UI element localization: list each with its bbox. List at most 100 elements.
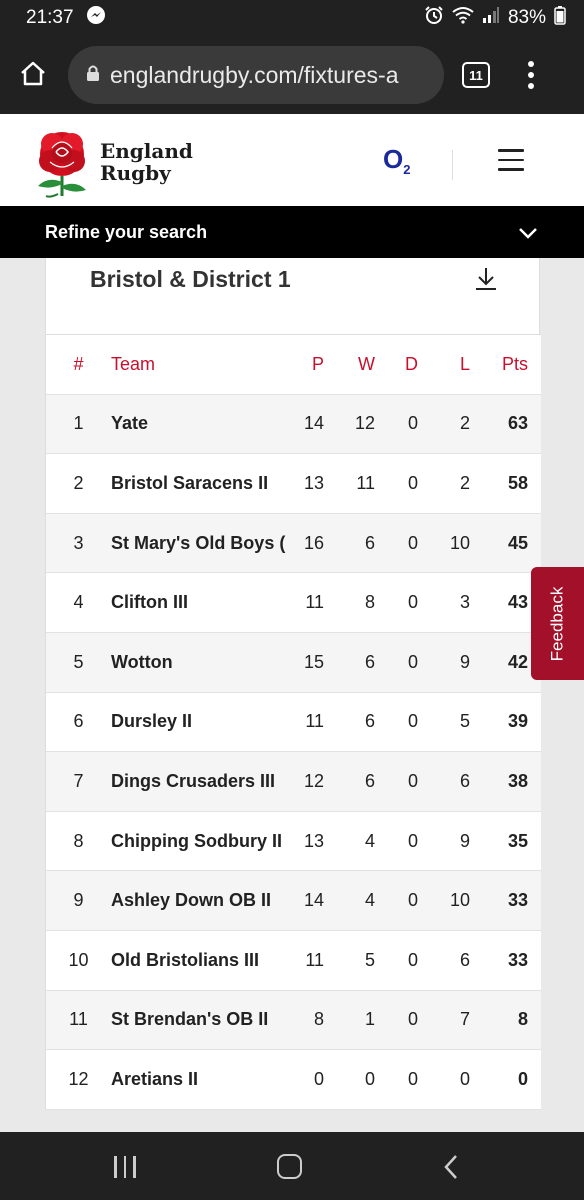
row-points: 35: [507, 830, 528, 851]
refine-label: Refine your search: [45, 221, 208, 242]
row-points: 45: [507, 532, 528, 553]
row-position: 7: [73, 770, 84, 791]
row-won: 8: [364, 592, 375, 613]
url-text: englandrugby.com/fixtures-a: [110, 61, 399, 88]
row-points: 43: [507, 592, 528, 613]
row-points: 63: [507, 413, 528, 434]
feedback-button[interactable]: Feedback: [531, 567, 584, 680]
table-row[interactable]: 6 Dursley II 11 6 0 5 39: [46, 692, 541, 753]
row-drawn: 0: [407, 413, 418, 434]
table-row[interactable]: 9 Ashley Down OB II 14 4 0 10 33: [46, 871, 541, 931]
row-points: 8: [517, 1009, 528, 1030]
battery-icon: [554, 5, 566, 31]
row-team: Clifton III: [111, 592, 188, 613]
back-icon[interactable]: [443, 1154, 459, 1185]
rose-logo-icon[interactable]: [30, 124, 94, 202]
row-played: 8: [313, 1009, 324, 1030]
league-title: Bristol & District 1: [90, 266, 291, 292]
row-won: 12: [354, 413, 375, 434]
table-row[interactable]: 12 Aretians II 0 0 0 0 0: [46, 1050, 541, 1110]
row-team: Old Bristolians III: [111, 949, 260, 970]
row-drawn: 0: [407, 711, 418, 732]
table-row[interactable]: 5 Wotton 15 6 0 9 42: [46, 632, 541, 693]
row-won: 4: [364, 890, 375, 911]
table-row[interactable]: 2 Bristol Saracens II 13 11 0 2 58: [46, 454, 541, 514]
row-drawn: 0: [407, 1009, 418, 1030]
row-lost: 6: [459, 770, 470, 791]
row-team: Ashley Down OB II: [111, 890, 272, 911]
col-pos: #: [73, 353, 84, 374]
home-nav-icon[interactable]: [277, 1154, 302, 1179]
row-played: 0: [313, 1068, 324, 1089]
table-row[interactable]: 3 St Mary's Old Boys (16 6 0 10 45: [46, 513, 541, 574]
row-won: 6: [364, 770, 375, 791]
row-team: Aretians II: [111, 1068, 199, 1089]
row-drawn: 0: [407, 949, 418, 970]
row-lost: 9: [459, 830, 470, 851]
brand-name[interactable]: England Rugby: [100, 140, 193, 184]
row-position: 12: [68, 1068, 89, 1089]
row-played: 14: [303, 890, 324, 911]
refine-search-bar[interactable]: Refine your search: [0, 206, 584, 258]
header-divider: [452, 150, 453, 180]
row-points: 42: [507, 651, 528, 672]
row-position: 4: [73, 592, 84, 613]
table-row[interactable]: 7 Dings Crusaders III 12 6 0 6 38: [46, 752, 541, 812]
table-row[interactable]: 11 St Brendan's OB II 8 1 0 7 8: [46, 990, 541, 1051]
row-lost: 3: [459, 592, 470, 613]
row-points: 0: [517, 1068, 528, 1089]
row-played: 11: [305, 592, 324, 613]
row-won: 5: [364, 949, 375, 970]
row-points: 33: [507, 949, 528, 970]
row-won: 4: [364, 830, 375, 851]
status-time: 21:37: [26, 7, 74, 28]
alarm-icon: [424, 5, 444, 31]
row-played: 13: [303, 472, 324, 493]
recent-apps-icon[interactable]: [114, 1156, 136, 1178]
row-played: 11: [305, 711, 324, 732]
table-row[interactable]: 8 Chipping Sodbury II 13 4 0 9 35: [46, 811, 541, 872]
row-lost: 0: [459, 1068, 470, 1089]
brand-line-2: Rugby: [100, 161, 171, 185]
home-button[interactable]: [10, 52, 56, 98]
address-bar[interactable]: englandrugby.com/fixtures-a: [68, 46, 444, 104]
row-won: 6: [364, 651, 375, 672]
row-team: Chipping Sodbury II: [111, 830, 282, 851]
feedback-label: Feedback: [547, 586, 567, 661]
row-played: 13: [303, 830, 324, 851]
row-team: Dings Crusaders III: [111, 770, 276, 791]
row-played: 12: [303, 770, 324, 791]
row-lost: 2: [459, 472, 470, 493]
col-points: Pts: [501, 353, 528, 374]
col-team: Team: [111, 353, 156, 374]
home-icon: [19, 60, 47, 91]
row-lost: 7: [459, 1009, 470, 1030]
hamburger-icon[interactable]: [498, 149, 524, 171]
battery-percent: 83%: [507, 7, 546, 28]
row-lost: 10: [449, 890, 470, 911]
download-icon[interactable]: [474, 266, 498, 292]
col-won: W: [358, 353, 375, 374]
row-lost: 2: [459, 413, 470, 434]
o2-sponsor-logo[interactable]: O2: [383, 144, 410, 177]
row-position: 9: [73, 890, 84, 911]
tabs-icon[interactable]: 11: [462, 62, 490, 88]
col-played: P: [311, 353, 324, 374]
table-row[interactable]: 4 Clifton III 11 8 0 3 43: [46, 573, 541, 633]
row-played: 16: [303, 532, 324, 553]
row-played: 11: [305, 949, 324, 970]
table-row[interactable]: 1 Yate 14 12 0 2 63: [46, 394, 541, 455]
row-team: St Brendan's OB II: [111, 1009, 269, 1030]
more-icon[interactable]: [526, 61, 536, 89]
row-position: 10: [68, 949, 89, 970]
col-lost: L: [459, 353, 470, 374]
row-drawn: 0: [407, 472, 418, 493]
row-points: 58: [507, 472, 528, 493]
row-position: 8: [73, 830, 84, 851]
row-team: Dursley II: [111, 711, 193, 732]
row-points: 39: [507, 711, 528, 732]
table-row[interactable]: 10 Old Bristolians III 11 5 0 6 33: [46, 930, 541, 991]
row-drawn: 0: [407, 830, 418, 851]
wifi-icon: [452, 6, 474, 30]
row-drawn: 0: [407, 1068, 418, 1089]
